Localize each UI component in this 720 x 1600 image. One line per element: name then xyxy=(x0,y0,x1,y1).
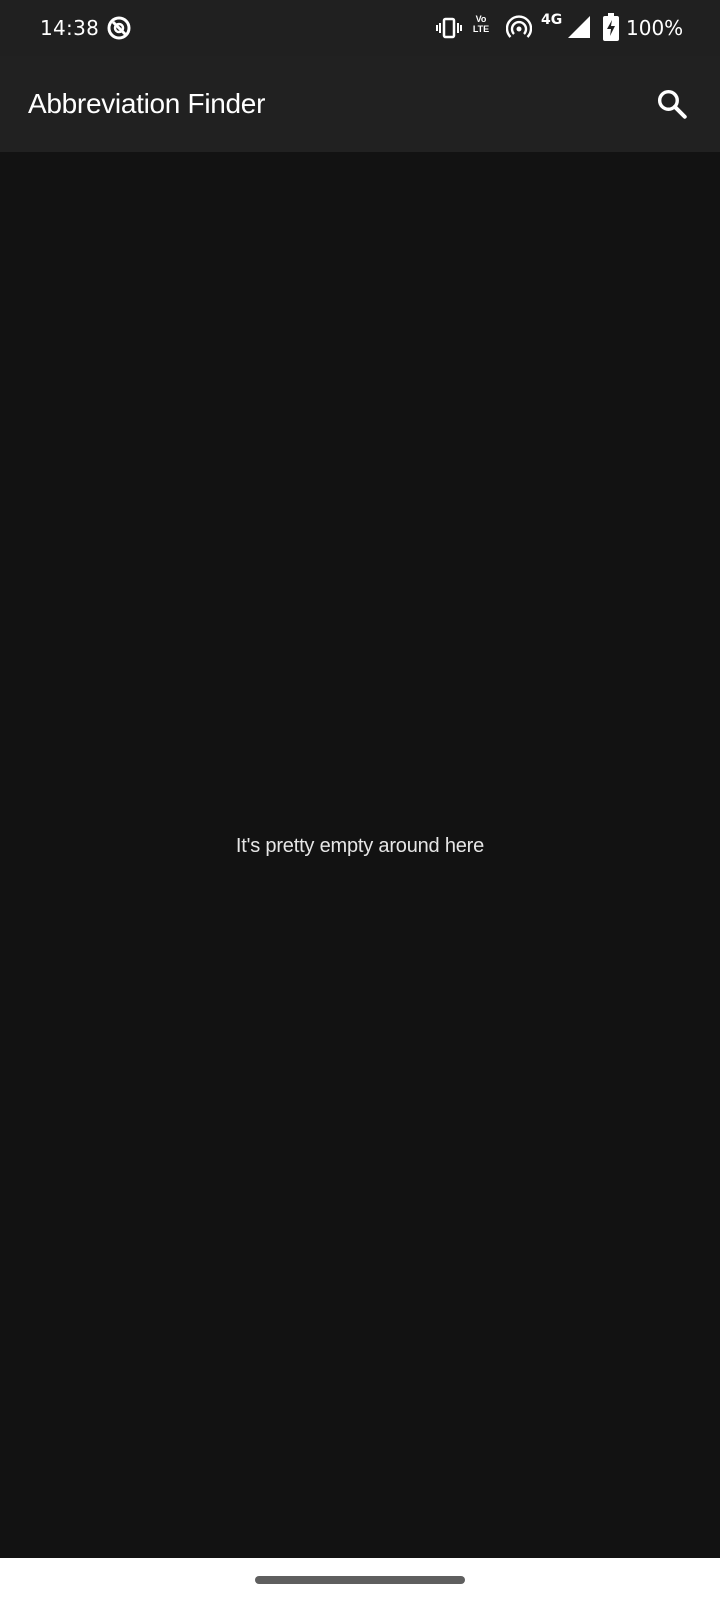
battery-percentage: 100% xyxy=(626,16,684,40)
app-notification-icon xyxy=(107,16,131,40)
status-bar: 14:38 Vo LTE 4G 100% xyxy=(0,0,720,56)
search-icon xyxy=(657,89,687,119)
network-type-label: 4G xyxy=(541,12,563,28)
hotspot-icon xyxy=(506,15,532,38)
empty-state-message: It's pretty empty around here xyxy=(235,835,485,857)
volte-bottom-label: LTE xyxy=(472,24,490,34)
volte-icon: Vo LTE xyxy=(468,14,494,40)
vibrate-icon xyxy=(436,17,462,39)
volte-top-label: Vo xyxy=(475,14,487,24)
search-button[interactable] xyxy=(650,82,694,126)
signal-icon xyxy=(568,16,590,38)
status-time: 14:38 xyxy=(40,16,100,40)
page-title: Abbreviation Finder xyxy=(28,88,266,119)
app-bar: Abbreviation Finder xyxy=(0,56,720,152)
main-content: It's pretty empty around here xyxy=(0,152,720,1558)
battery-charging-icon xyxy=(603,13,619,41)
navigation-bar xyxy=(0,1558,720,1600)
home-indicator[interactable] xyxy=(255,1576,465,1584)
